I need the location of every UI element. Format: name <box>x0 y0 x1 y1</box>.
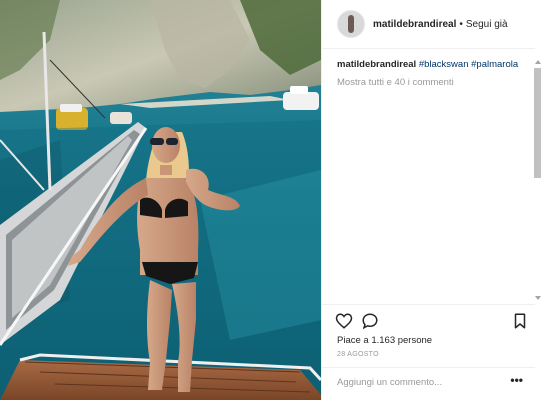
add-comment-bar: Aggiungi un commento... ••• <box>322 367 535 396</box>
caption-username[interactable]: matildebrandireal <box>337 59 416 70</box>
likes-count[interactable]: Piace a 1.163 persone <box>337 335 432 346</box>
post-sidebar: matildebrandireal • Segui già matildebra… <box>321 0 542 400</box>
show-all-comments-link[interactable]: Mostra tutti e 40 i commenti <box>337 77 527 88</box>
post-date: 28 AGOSTO <box>337 351 379 358</box>
add-comment-input[interactable]: Aggiungi un commento... <box>337 377 442 388</box>
header-separator: • <box>459 18 463 30</box>
photo-image <box>0 0 321 400</box>
hashtag-link[interactable]: #blackswan <box>419 59 469 70</box>
more-options-icon[interactable]: ••• <box>510 373 523 387</box>
action-icons <box>335 312 526 332</box>
post-actions: Piace a 1.163 persone 28 AGOSTO Aggiungi… <box>322 304 535 395</box>
post-photo[interactable] <box>0 0 321 400</box>
scrollbar-thumb[interactable] <box>534 68 541 178</box>
comments-section: matildebrandireal #blackswan #palmarola … <box>337 58 527 88</box>
bookmark-icon[interactable] <box>511 312 529 330</box>
scroll-down-arrow-icon[interactable] <box>535 296 541 300</box>
avatar[interactable] <box>337 10 365 38</box>
scroll-up-arrow-icon[interactable] <box>535 60 541 64</box>
header-username[interactable]: matildebrandireal <box>373 19 456 30</box>
instagram-post-modal: matildebrandireal • Segui già matildebra… <box>0 0 542 400</box>
follow-status-button[interactable]: Segui già <box>466 19 508 30</box>
comments-scrollbar[interactable] <box>534 60 542 300</box>
avatar-figure <box>348 15 354 33</box>
hashtag-link[interactable]: #palmarola <box>471 59 518 70</box>
post-header: matildebrandireal • Segui già <box>322 0 535 49</box>
caption: matildebrandireal #blackswan #palmarola <box>337 58 527 71</box>
comment-bubble-icon[interactable] <box>361 312 379 330</box>
heart-icon[interactable] <box>335 312 353 330</box>
